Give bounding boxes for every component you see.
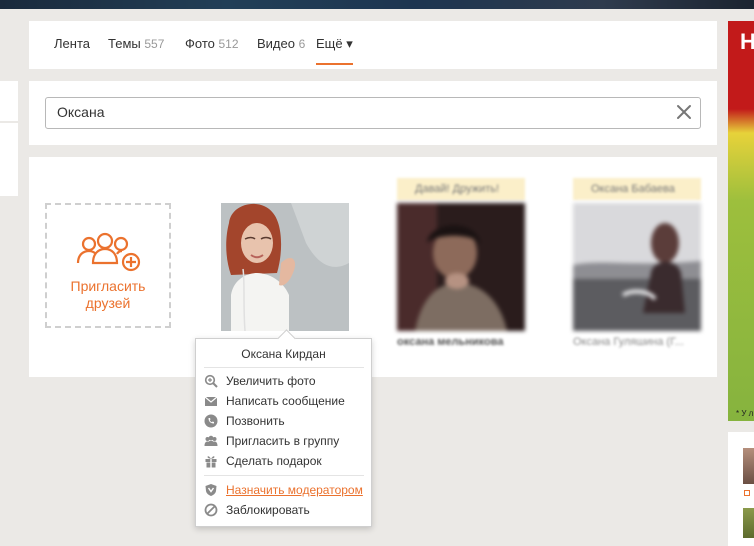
badge-text: Оксана Бабаева (591, 183, 675, 195)
menu-item-send-message[interactable]: Написать сообщение (204, 392, 366, 410)
search-panel (29, 81, 717, 145)
user-name-text: Оксана Гуляшина (Г... (573, 336, 684, 348)
tab-more[interactable]: Ещё ▾ (316, 36, 353, 65)
ad-heading: Н (740, 29, 754, 54)
zoom-in-icon (204, 374, 218, 388)
menu-divider (204, 475, 364, 476)
menu-item-label: Позвонить (226, 414, 285, 428)
header-banner (0, 0, 754, 9)
user-name-text: оксана мельникова (397, 336, 504, 348)
sidebar-thumbnail[interactable] (743, 508, 754, 538)
search-results-panel: Пригласить друзей Давай! Дружить! оксана… (29, 157, 717, 377)
search-input[interactable] (57, 104, 657, 120)
badge-text: Давай! Дружить! (415, 183, 500, 195)
tab-label: Лента (54, 36, 90, 51)
menu-item-label: Написать сообщение (226, 394, 345, 408)
advertisement-banner[interactable]: Н * У л (728, 21, 754, 421)
ad-footnote: * У л (736, 409, 754, 418)
left-sidebar-block (0, 81, 18, 121)
gift-icon (205, 456, 217, 468)
user-card-name[interactable]: оксана мельникова (397, 336, 525, 348)
tab-count: 512 (218, 37, 239, 51)
clear-search-icon[interactable] (674, 102, 694, 122)
shield-icon (205, 484, 217, 496)
tab-feed[interactable]: Лента (54, 36, 90, 51)
tab-count: 6 (298, 37, 306, 51)
invite-label-line: Пригласить (70, 278, 146, 294)
block-icon (204, 503, 218, 517)
invite-friends-icon (76, 232, 141, 272)
popup-user-name[interactable]: Оксана Кирдан (196, 347, 371, 361)
sidebar-thumbnail[interactable] (743, 448, 754, 484)
tab-photos[interactable]: Фото 512 (185, 36, 239, 51)
invite-friends-button[interactable]: Пригласить друзей (45, 203, 171, 328)
tab-label: Фото (185, 36, 215, 51)
menu-item-label: Заблокировать (226, 503, 310, 517)
menu-item-invite-group[interactable]: Пригласить в группу (204, 432, 366, 450)
menu-item-label: Пригласить в группу (226, 434, 340, 448)
user-context-menu: Оксана Кирдан Увеличить фото Написать со… (195, 338, 372, 527)
user-card-name[interactable]: Оксана Гуляшина (Г... (573, 336, 701, 348)
tab-count: 557 (144, 37, 165, 51)
search-tabs-bar: Лента Темы 557 Фото 512 Видео 6 Ещё ▾ (29, 21, 717, 69)
envelope-icon (204, 396, 218, 406)
menu-item-make-moderator[interactable]: Назначить модератором (204, 481, 366, 499)
menu-item-label: Сделать подарок (226, 454, 322, 468)
menu-item-give-gift[interactable]: Сделать подарок (204, 452, 366, 470)
search-box (45, 97, 701, 129)
user-card-badge: Давай! Дружить! (397, 178, 525, 200)
tab-label: Видео (257, 36, 295, 51)
tab-topics[interactable]: Темы 557 (108, 36, 164, 51)
user-card-photo[interactable] (573, 203, 701, 331)
tab-video[interactable]: Видео 6 (257, 36, 305, 51)
user-card-badge: Оксана Бабаева (573, 178, 701, 200)
invite-label-line: друзей (85, 295, 131, 311)
user-card-photo[interactable] (221, 203, 349, 331)
phone-icon (204, 414, 218, 428)
menu-item-zoom-photo[interactable]: Увеличить фото (204, 372, 366, 390)
user-photo (221, 203, 349, 331)
tab-label: Ещё ▾ (316, 36, 353, 51)
menu-item-label: Увеличить фото (226, 374, 316, 388)
user-card-photo[interactable] (397, 203, 525, 331)
tab-label: Темы (108, 36, 141, 51)
menu-divider (204, 367, 364, 368)
menu-item-block[interactable]: Заблокировать (204, 501, 366, 519)
left-sidebar-block (0, 123, 18, 196)
user-photo (573, 203, 701, 331)
group-icon (204, 435, 218, 446)
user-photo (397, 203, 525, 331)
menu-item-call[interactable]: Позвонить (204, 412, 366, 430)
sidebar-badge-icon (744, 490, 750, 496)
menu-item-label: Назначить модератором (226, 483, 363, 497)
